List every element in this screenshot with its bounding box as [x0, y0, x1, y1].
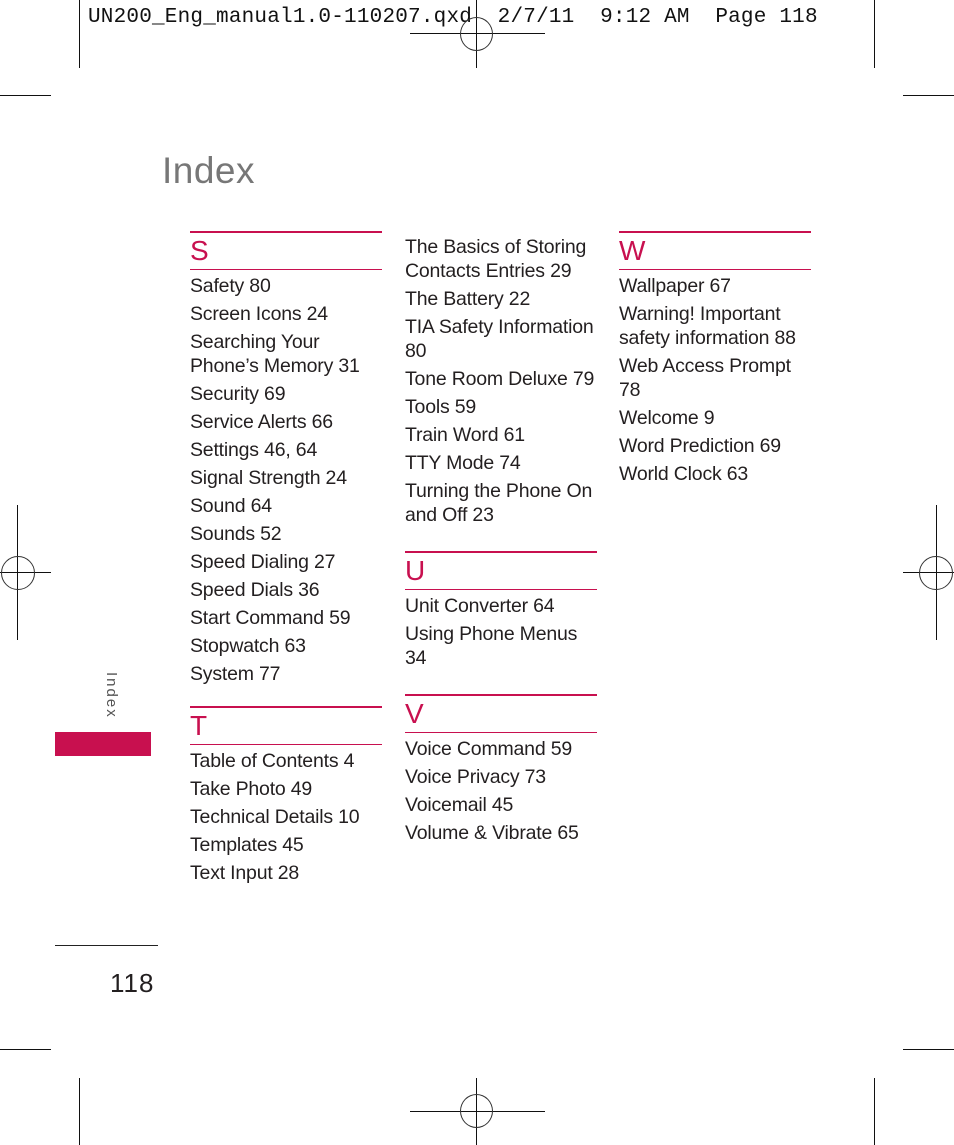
index-entry: Technical Details 10 [190, 806, 360, 828]
index-entry: Tone Room Deluxe 79 [405, 368, 595, 390]
index-entry: The Battery 22 [405, 288, 531, 310]
print-slug: UN200_Eng_manual1.0-110207.qxd 2/7/11 9:… [88, 6, 818, 29]
page-title: Index [162, 150, 256, 191]
index-entry: World Clock 63 [619, 463, 749, 485]
page-number: 118 [110, 968, 155, 998]
section-letter: T [190, 710, 208, 741]
index-entry: Start Command 59 [190, 607, 351, 629]
index-entry: Warning! Important safety information 88 [619, 303, 796, 349]
index-entry: Using Phone Menus 34 [405, 623, 578, 669]
index-entry: Train Word 61 [405, 424, 525, 446]
index-section-w: W Wallpaper 67 Warning! Important safety… [619, 231, 811, 486]
index-entry: Settings 46, 64 [190, 439, 318, 461]
index-entry: Speed Dialing 27 [190, 551, 336, 573]
section-header: U [405, 551, 597, 590]
index-entry: Unit Converter 64 [405, 595, 555, 617]
index-entry: Screen Icons 24 [190, 303, 328, 325]
index-column-3: W Wallpaper 67 Warning! Important safety… [619, 231, 811, 506]
index-entry: Signal Strength 24 [190, 467, 347, 489]
index-entry: Take Photo 49 [190, 778, 313, 800]
section-header: V [405, 694, 597, 733]
index-entry: Searching Your Phone’s Memory 31 [190, 331, 360, 377]
side-tab-marker [55, 732, 151, 756]
section-header: W [619, 231, 811, 270]
index-entry: Sounds 52 [190, 523, 282, 545]
index-section-v: V Voice Command 59 Voice Privacy 73 Voic… [405, 694, 597, 845]
slug-page: Page 118 [715, 6, 818, 29]
section-letter: V [405, 698, 424, 729]
index-entry: Voice Privacy 73 [405, 766, 546, 788]
index-entry: Service Alerts 66 [190, 411, 333, 433]
slug-filename: UN200_Eng_manual1.0-110207.qxd [88, 6, 473, 29]
slug-time: 9:12 AM [600, 6, 690, 29]
index-entry: Speed Dials 36 [190, 579, 320, 601]
crop-mark [79, 0, 80, 68]
index-entry: Volume & Vibrate 65 [405, 822, 579, 844]
index-entry: Word Prediction 69 [619, 435, 781, 457]
crop-mark [903, 95, 954, 96]
slug-date: 2/7/11 [497, 6, 575, 29]
index-section-t: T Table of Contents 4 Take Photo 49 Tech… [190, 706, 382, 885]
index-entry: Tools 59 [405, 396, 477, 418]
section-header: T [190, 706, 382, 745]
crop-mark [0, 95, 51, 96]
index-entry: The Basics of Storing Contacts Entries 2… [405, 236, 587, 282]
index-section-s: S Safety 80 Screen Icons 24 Searching Yo… [190, 231, 382, 686]
crop-mark [874, 0, 875, 68]
section-letter: W [619, 235, 646, 266]
index-entry: Table of Contents 4 [190, 750, 355, 772]
index-entry: Voicemail 45 [405, 794, 514, 816]
index-entry: Voice Command 59 [405, 738, 572, 760]
side-tab-label: Index [103, 672, 120, 719]
index-entry: Safety 80 [190, 275, 271, 297]
index-section-u: U Unit Converter 64 Using Phone Menus 34 [405, 551, 597, 670]
index-entry: Text Input 28 [190, 862, 300, 884]
crop-mark [874, 1078, 875, 1145]
index-entry: Templates 45 [190, 834, 304, 856]
index-entry: Web Access Prompt 78 [619, 355, 791, 401]
index-entry: System 77 [190, 663, 281, 685]
crop-mark [903, 1049, 954, 1050]
index-entry: TIA Safety Information 80 [405, 316, 594, 362]
index-entry: Stopwatch 63 [190, 635, 306, 657]
section-letter: U [405, 555, 426, 586]
section-letter: S [190, 235, 209, 266]
crop-mark [0, 1049, 51, 1050]
index-column-2: The Basics of Storing Contacts Entries 2… [405, 235, 597, 865]
index-section-t-continued: The Basics of Storing Contacts Entries 2… [405, 235, 597, 527]
index-entry: Sound 64 [190, 495, 272, 517]
index-entry: Welcome 9 [619, 407, 715, 429]
section-header: S [190, 231, 382, 270]
index-entry: Wallpaper 67 [619, 275, 731, 297]
index-entry: Turning the Phone On and Off 23 [405, 480, 593, 526]
index-entry: Security 69 [190, 383, 286, 405]
crop-mark [79, 1078, 80, 1145]
index-entry: TTY Mode 74 [405, 452, 521, 474]
footer-rule [55, 945, 158, 946]
index-column-1: S Safety 80 Screen Icons 24 Searching Yo… [190, 231, 382, 905]
